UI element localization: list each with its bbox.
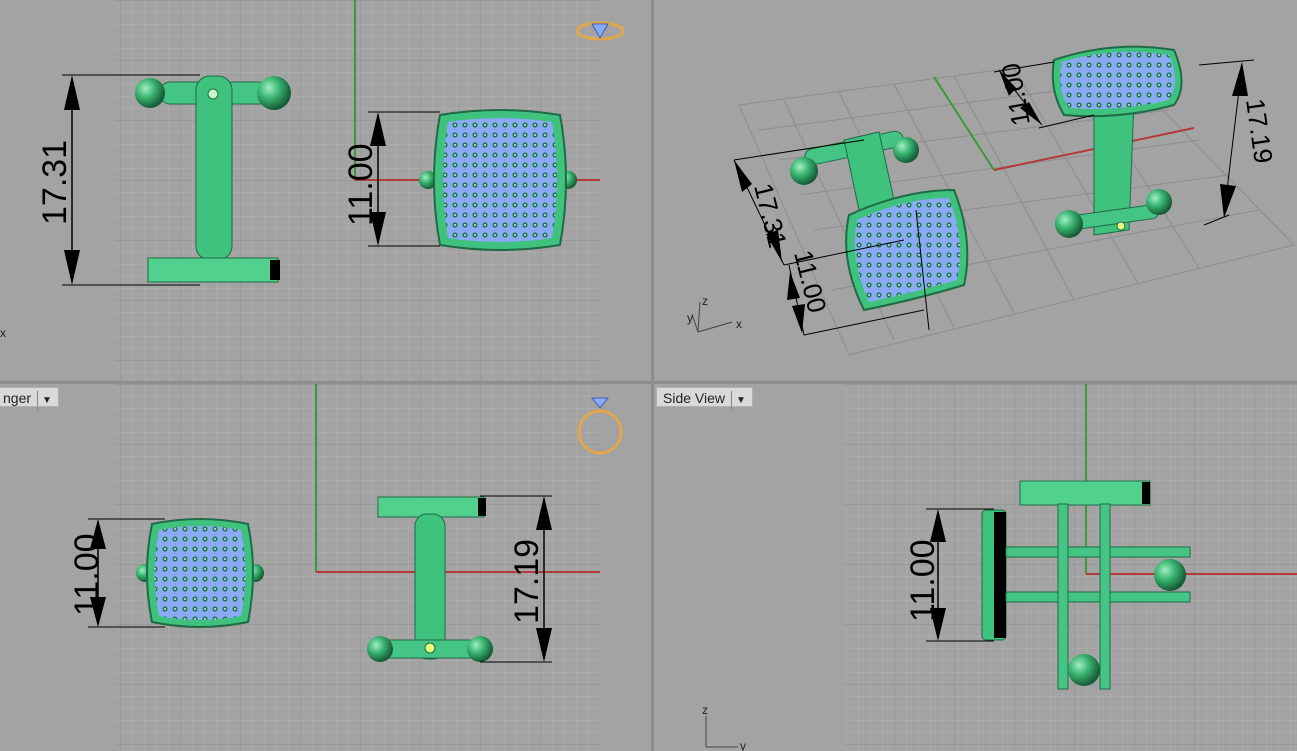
axis-y-label: y (740, 739, 746, 751)
viewport-perspective[interactable]: 11.00 17.19 17.31 11.00 z y x (654, 0, 1297, 381)
viewport-title-side[interactable]: Side View ▼ (656, 387, 753, 411)
viewport-title-front[interactable]: nger ▼ (0, 387, 59, 411)
dimension-label: 11.00 (68, 533, 106, 616)
axis-z-label: z (702, 703, 708, 717)
dimension-label: 17.19 (1240, 97, 1279, 166)
axis-z-label: z (702, 294, 708, 308)
cufflink-face-model (136, 518, 264, 628)
dimension-label: 17.19 (508, 539, 546, 624)
dimension-label: 11.00 (788, 247, 832, 316)
axis-x-label: x (0, 326, 6, 340)
dimension-label: 11.00 (342, 143, 380, 226)
dimension-label: 11.00 (995, 61, 1036, 128)
cufflink-perspective-back (1051, 45, 1183, 238)
dimension-label: 17.31 (748, 180, 793, 250)
viewport-front-canvas[interactable]: 11.00 17.19 (0, 384, 651, 751)
viewport-top-canvas[interactable]: 17.31 11.00 x (0, 0, 651, 381)
viewport-perspective-canvas[interactable]: 11.00 17.19 17.31 11.00 z y x (654, 0, 1297, 381)
viewport-side-canvas[interactable]: 11.00 z y (654, 384, 1297, 751)
viewport-title-text: nger (3, 390, 32, 406)
viewport-top[interactable]: 17.31 11.00 x (0, 0, 651, 381)
viewport-side[interactable]: 11.00 z y Side View ▼ (654, 384, 1297, 751)
dimension-label: 11.00 (904, 539, 942, 622)
viewport-title-text: Side View (663, 390, 726, 406)
dropdown-arrow-icon[interactable]: ▼ (37, 391, 52, 411)
dimension-label: 17.31 (36, 140, 74, 225)
axis-gizmo: z y x (687, 294, 742, 333)
axis-gizmo: z y (702, 703, 746, 751)
y-axis-line (933, 76, 995, 171)
axis-y-label: y (687, 311, 693, 325)
axis-x-label: x (736, 317, 742, 331)
viewport-front[interactable]: 11.00 17.19 nger ▼ (0, 384, 651, 751)
cufflink-face-model (419, 109, 577, 251)
dropdown-arrow-icon[interactable]: ▼ (731, 391, 746, 411)
